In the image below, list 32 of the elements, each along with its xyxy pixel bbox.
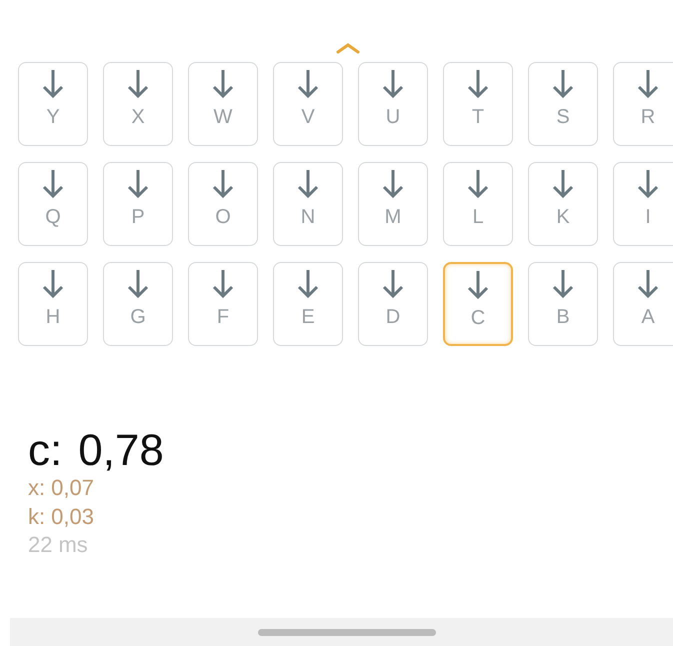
key-button[interactable]: W bbox=[188, 62, 258, 146]
key-button[interactable]: L bbox=[443, 162, 513, 246]
timing-label: 22 bbox=[28, 531, 52, 560]
key-button[interactable]: A bbox=[613, 262, 673, 346]
score-label: x: bbox=[28, 474, 46, 502]
key-button[interactable]: O bbox=[188, 162, 258, 246]
result-label: c: bbox=[28, 428, 62, 474]
key-button[interactable]: H bbox=[18, 262, 88, 346]
key-button[interactable]: C bbox=[443, 262, 513, 346]
timing-value: ms bbox=[58, 531, 88, 560]
score-label: k: bbox=[28, 502, 46, 531]
key-button[interactable]: P bbox=[103, 162, 173, 246]
key-button[interactable]: I bbox=[613, 162, 673, 246]
key-button[interactable]: M bbox=[358, 162, 428, 246]
key-button[interactable]: F bbox=[188, 262, 258, 346]
key-button[interactable]: Y bbox=[18, 62, 88, 146]
key-button[interactable]: S bbox=[528, 62, 598, 146]
key-button[interactable]: E bbox=[273, 262, 343, 346]
key-button[interactable]: D bbox=[358, 262, 428, 346]
key-button[interactable]: G bbox=[103, 262, 173, 346]
result-value: 0,78 bbox=[78, 428, 164, 474]
key-button[interactable]: N bbox=[273, 162, 343, 246]
key-button[interactable]: Q bbox=[18, 162, 88, 246]
key-button[interactable]: U bbox=[358, 62, 428, 146]
score-value: 0,03 bbox=[51, 502, 94, 531]
key-button[interactable]: V bbox=[273, 62, 343, 146]
score-value: 0,07 bbox=[51, 474, 94, 502]
key-button[interactable]: X bbox=[103, 62, 173, 146]
key-button[interactable]: K bbox=[528, 162, 598, 246]
key-button[interactable]: R bbox=[613, 62, 673, 146]
key-button[interactable]: B bbox=[528, 262, 598, 346]
key-button[interactable]: T bbox=[443, 62, 513, 146]
